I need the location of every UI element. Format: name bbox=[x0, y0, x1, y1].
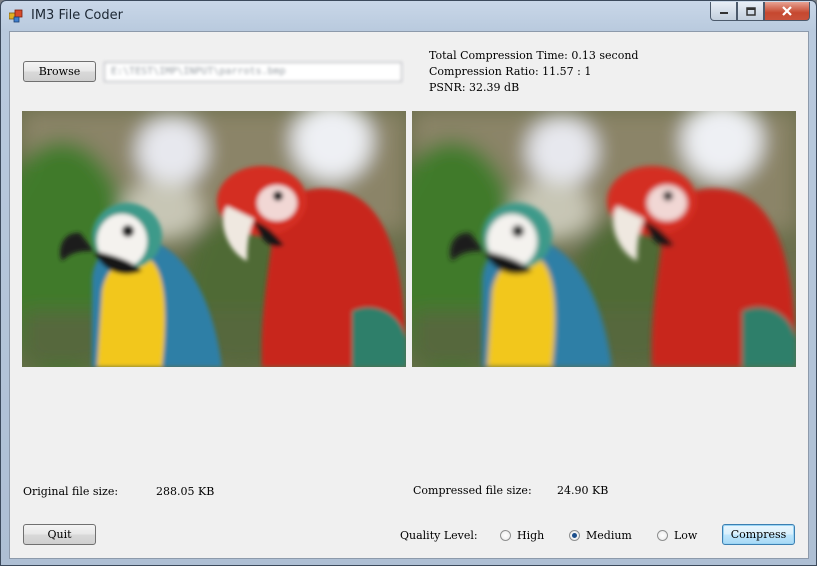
compression-time-text: Total Compression Time: 0.13 second bbox=[429, 49, 639, 62]
window-title: IM3 File Coder bbox=[31, 8, 123, 23]
app-icon bbox=[9, 9, 23, 23]
compressed-image bbox=[412, 111, 796, 367]
quality-level-label: Quality Level: bbox=[400, 529, 478, 542]
compression-ratio-text: Compression Ratio: 11.57 : 1 bbox=[429, 65, 592, 78]
original-size-value: 288.05 KB bbox=[156, 485, 215, 498]
quality-medium-radio[interactable]: Medium bbox=[569, 529, 632, 542]
radio-button-icon[interactable] bbox=[657, 530, 668, 541]
maximize-icon bbox=[745, 6, 756, 16]
compressed-size-label: Compressed file size: bbox=[413, 484, 532, 497]
browse-button[interactable]: Browse bbox=[23, 61, 96, 82]
psnr-text: PSNR: 32.39 dB bbox=[429, 81, 520, 94]
quality-medium-label: Medium bbox=[586, 529, 632, 542]
compressed-size-value: 24.90 KB bbox=[557, 484, 609, 497]
file-path-field[interactable]: E:\TEST\IMP\INPUT\parrots.bmp bbox=[104, 62, 402, 82]
quality-high-radio[interactable]: High bbox=[500, 529, 544, 542]
client-area: Browse E:\TEST\IMP\INPUT\parrots.bmp Tot… bbox=[9, 31, 809, 559]
quality-high-label: High bbox=[517, 529, 545, 542]
original-size-label: Original file size: bbox=[23, 485, 119, 498]
close-icon bbox=[782, 6, 792, 16]
maximize-button[interactable] bbox=[737, 2, 764, 21]
radio-button-selected-icon[interactable] bbox=[569, 530, 580, 541]
minimize-icon bbox=[719, 12, 728, 14]
close-button[interactable] bbox=[764, 2, 810, 21]
title-bar[interactable]: IM3 File Coder bbox=[1, 1, 816, 31]
radio-button-icon[interactable] bbox=[500, 530, 511, 541]
original-image bbox=[22, 111, 406, 367]
minimize-button[interactable] bbox=[710, 2, 737, 21]
compress-button[interactable]: Compress bbox=[722, 524, 795, 545]
app-window: IM3 File Coder Browse E:\TEST\IMP\INPUT\… bbox=[0, 0, 817, 566]
quit-button[interactable]: Quit bbox=[23, 524, 96, 545]
quality-low-label: Low bbox=[674, 529, 698, 542]
quality-low-radio[interactable]: Low bbox=[657, 529, 697, 542]
